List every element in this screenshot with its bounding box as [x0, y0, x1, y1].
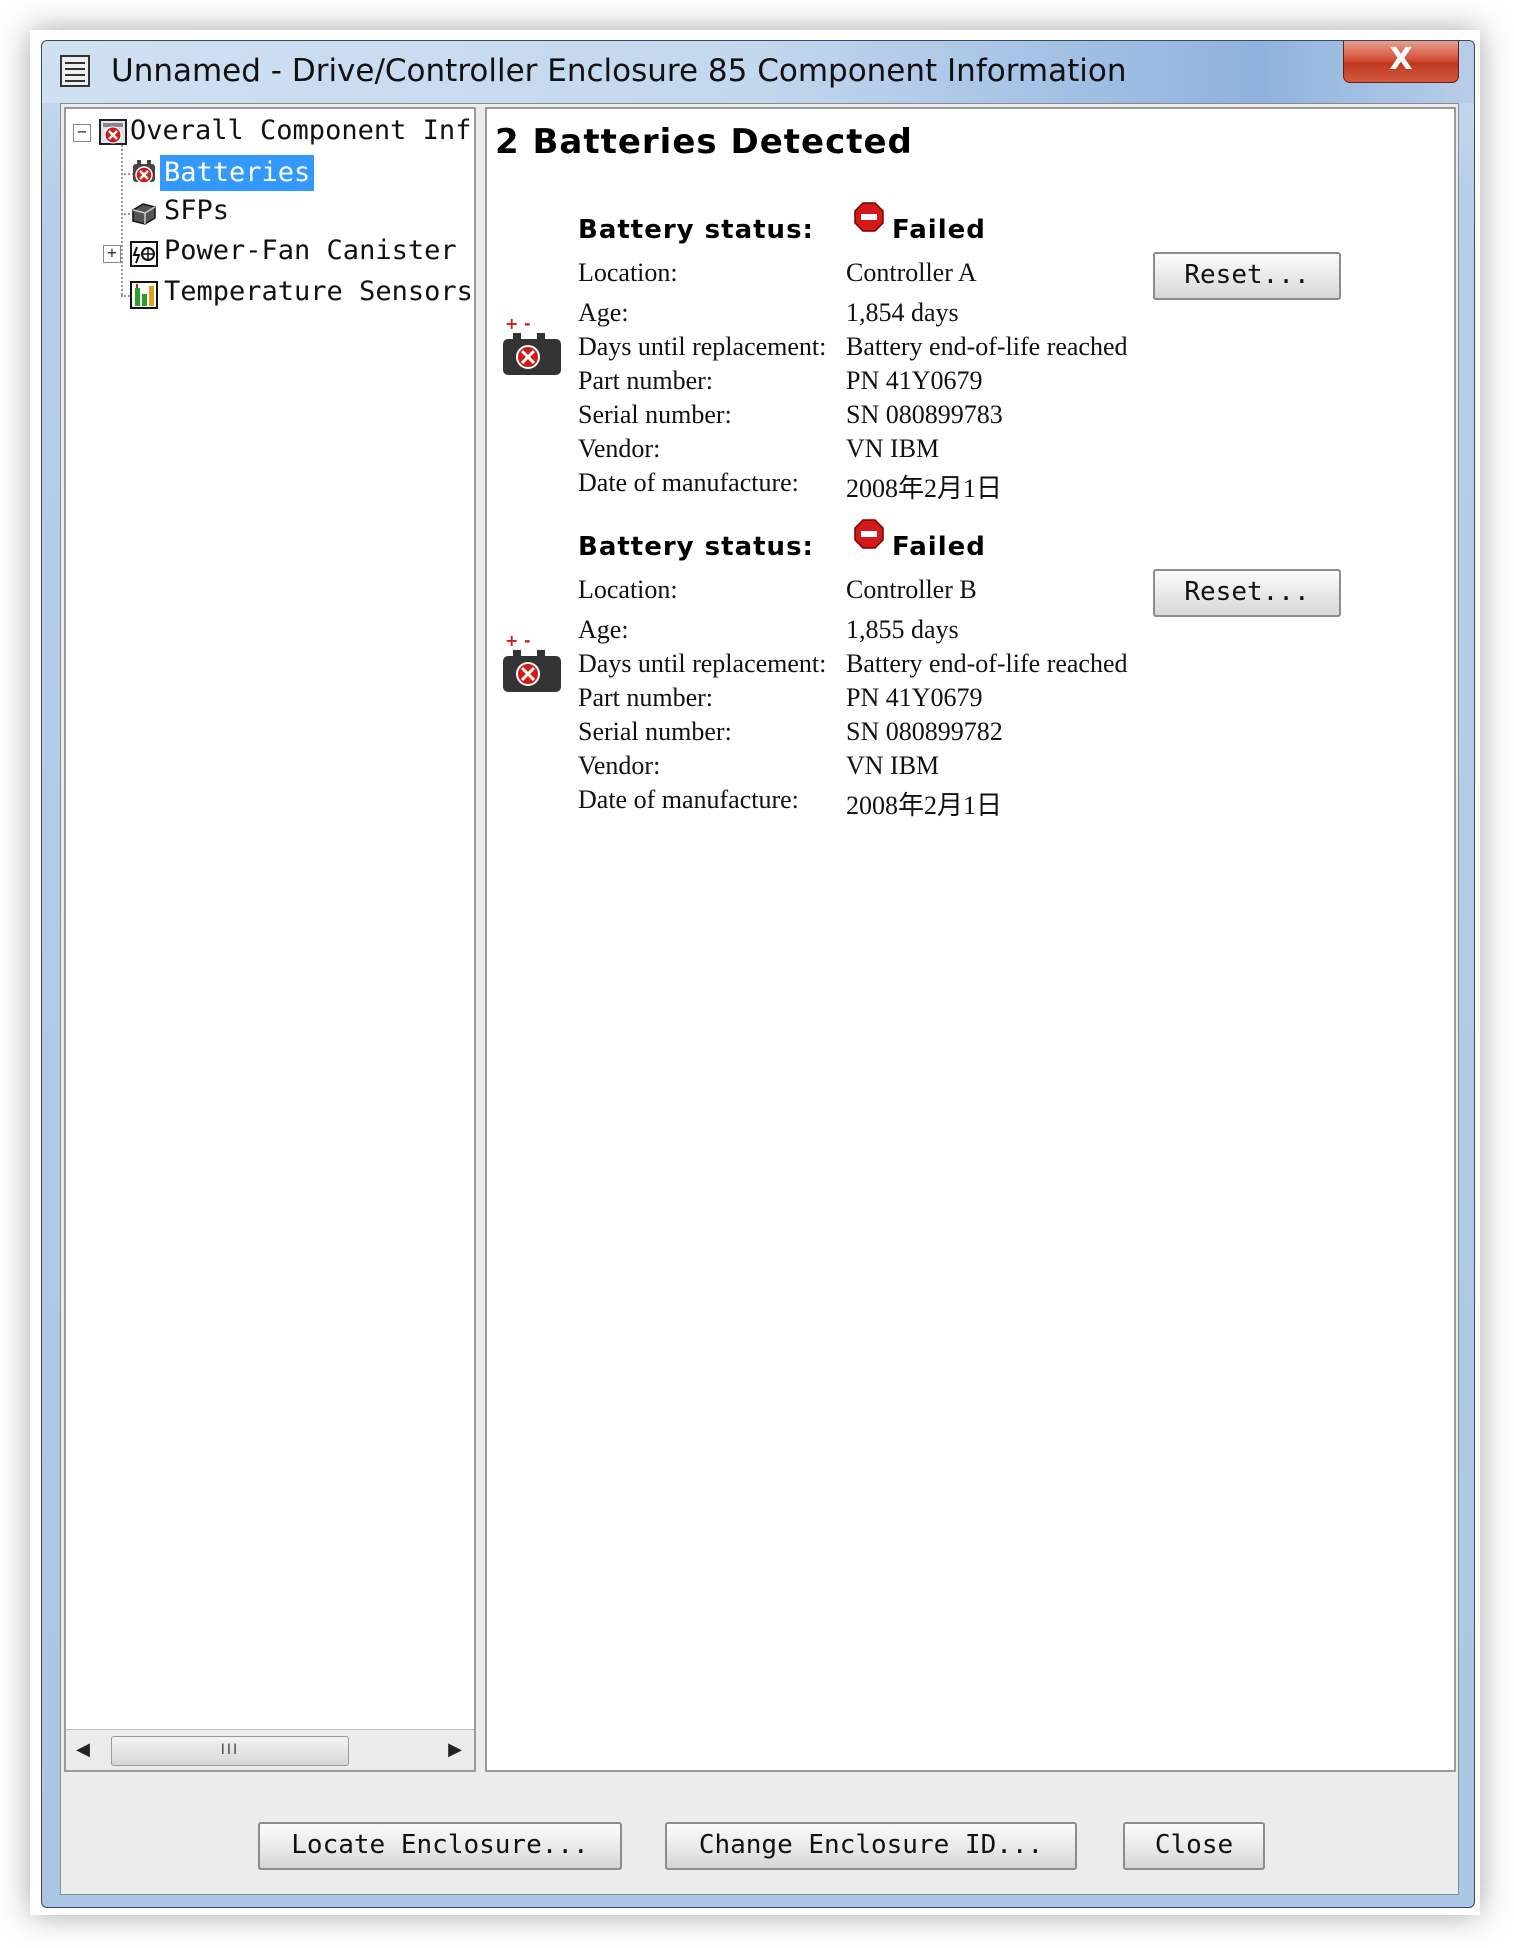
battery-failed-icon: + -: [503, 632, 561, 692]
battery-failed-icon: [133, 160, 155, 184]
vendor-label: Vendor:: [578, 434, 661, 463]
close-button[interactable]: Close: [1123, 1822, 1265, 1870]
status-label: Battery status:: [578, 215, 814, 245]
failed-status-icon: [854, 202, 884, 232]
svg-text:+ -: + -: [505, 315, 531, 333]
location-label: Location:: [578, 575, 678, 604]
age-value: 1,855 days: [846, 615, 959, 644]
reset-button[interactable]: Reset...: [1153, 252, 1341, 300]
status-value: Failed: [892, 532, 986, 562]
vendor-value: VN IBM: [846, 751, 940, 780]
vendor-value: VN IBM: [846, 434, 940, 463]
collapse-icon[interactable]: −: [73, 124, 91, 142]
tree-item-sfps[interactable]: SFPs: [164, 195, 229, 226]
location-value: Controller A: [846, 258, 977, 287]
svg-text:+ -: + -: [505, 632, 531, 650]
power-fan-icon: [130, 241, 158, 267]
expand-icon[interactable]: +: [103, 245, 121, 263]
age-label: Age:: [578, 298, 629, 327]
failed-status-icon: [854, 519, 884, 549]
tree-item-power-fan-canister[interactable]: Power-Fan Canister: [164, 235, 457, 266]
tree-connector: [121, 145, 123, 295]
tree-item-temperature-sensors[interactable]: Temperature Sensors: [164, 276, 473, 307]
vendor-label: Vendor:: [578, 751, 661, 780]
component-failed-icon: [99, 119, 127, 145]
part-number-value: PN 41Y0679: [846, 366, 983, 395]
reset-button[interactable]: Reset...: [1153, 569, 1341, 617]
status-value: Failed: [892, 215, 986, 245]
part-number-label: Part number:: [578, 366, 714, 395]
date-of-manufacture-label: Date of manufacture:: [578, 468, 799, 497]
change-enclosure-id-button[interactable]: Change Enclosure ID...: [665, 1822, 1077, 1870]
scroll-right-icon[interactable]: ▶: [444, 1738, 466, 1762]
location-label: Location:: [578, 258, 678, 287]
serial-number-value: SN 080899783: [846, 400, 1003, 429]
date-of-manufacture-value: 2008年2月1日: [846, 474, 1003, 503]
tree-root-label[interactable]: Overall Component Inf: [130, 115, 471, 146]
sfp-icon: [132, 203, 156, 225]
battery-detail-pane: 2 Batteries Detected Battery status: Fai…: [485, 107, 1456, 1772]
days-until-replacement-value: Battery end-of-life reached: [846, 649, 1128, 678]
days-until-replacement-label: Days until replacement:: [578, 332, 827, 361]
tree-item-batteries[interactable]: Batteries: [160, 155, 315, 191]
days-until-replacement-value: Battery end-of-life reached: [846, 332, 1128, 361]
battery-entry-2: Battery status: Failed Location: Control…: [487, 519, 1454, 912]
dialog-body: − Overall Component Inf Batteries SFPs +…: [60, 103, 1459, 1895]
scroll-left-icon[interactable]: ◀: [72, 1738, 94, 1762]
serial-number-value: SN 080899782: [846, 717, 1003, 746]
part-number-label: Part number:: [578, 683, 714, 712]
serial-number-label: Serial number:: [578, 400, 732, 429]
tree-horizontal-scrollbar[interactable]: ◀ III ▶: [66, 1729, 474, 1770]
days-until-replacement-label: Days until replacement:: [578, 649, 827, 678]
age-value: 1,854 days: [846, 298, 959, 327]
app-icon: [60, 55, 90, 87]
age-label: Age:: [578, 615, 629, 644]
title-bar[interactable]: Unnamed - Drive/Controller Enclosure 85 …: [42, 41, 1474, 103]
date-of-manufacture-label: Date of manufacture:: [578, 785, 799, 814]
locate-enclosure-button[interactable]: Locate Enclosure...: [258, 1822, 622, 1870]
close-window-button[interactable]: X: [1343, 41, 1459, 83]
status-label: Battery status:: [578, 532, 814, 562]
detail-heading: 2 Batteries Detected: [495, 122, 913, 162]
component-tree[interactable]: − Overall Component Inf Batteries SFPs +…: [64, 107, 476, 1772]
window-title: Unnamed - Drive/Controller Enclosure 85 …: [111, 53, 1127, 89]
part-number-value: PN 41Y0679: [846, 683, 983, 712]
date-of-manufacture-value: 2008年2月1日: [846, 791, 1003, 820]
scrollbar-thumb[interactable]: III: [111, 1736, 349, 1766]
location-value: Controller B: [846, 575, 977, 604]
dialog-window: Unnamed - Drive/Controller Enclosure 85 …: [41, 40, 1475, 1908]
serial-number-label: Serial number:: [578, 717, 732, 746]
battery-failed-icon: + -: [503, 315, 561, 375]
temperature-sensor-icon: [130, 281, 158, 309]
